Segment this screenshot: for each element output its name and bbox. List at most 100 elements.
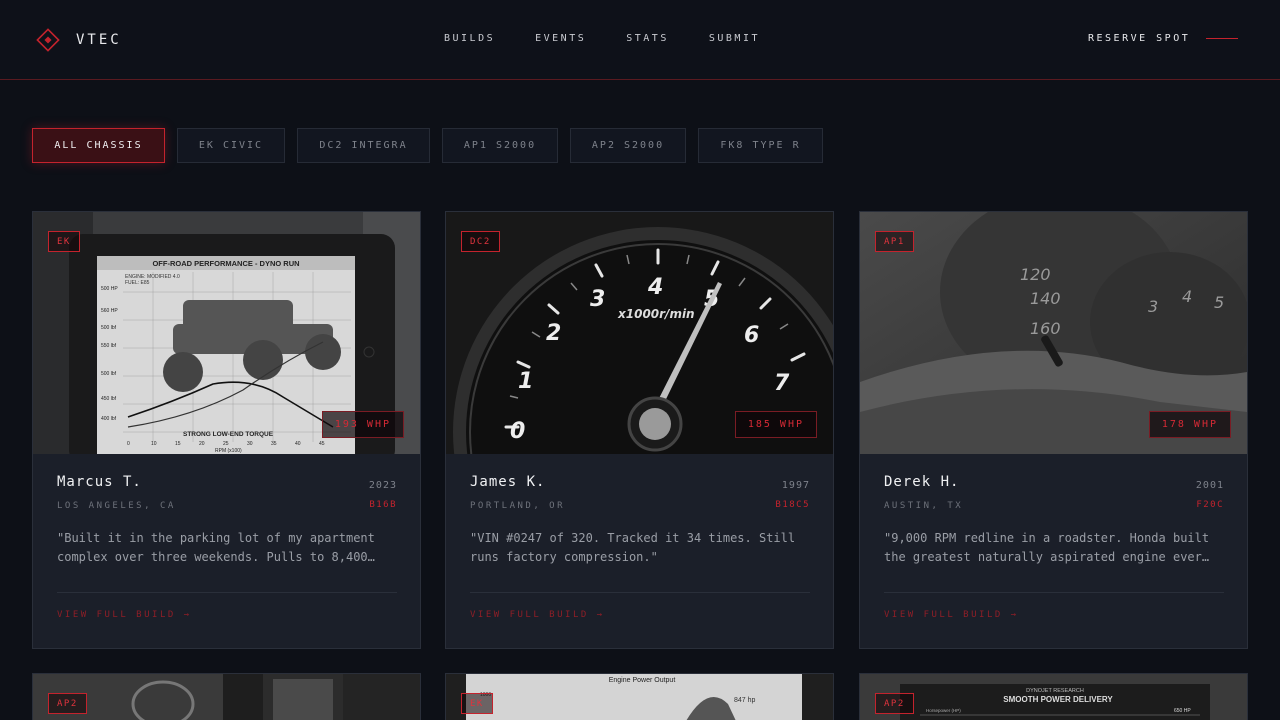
build-quote: "9,000 RPM redline in a roadster. Honda …: [884, 531, 1210, 564]
gauge-unit-text: x1000r/min: [617, 307, 695, 321]
logo[interactable]: VTEC: [36, 28, 122, 52]
view-full-build-link[interactable]: VIEW FULL BUILD →: [57, 610, 192, 620]
logo-text: VTEC: [76, 32, 122, 48]
chassis-tag: DC2: [461, 231, 500, 252]
site-header: VTEC BUILDS EVENTS STATS SUBMIT RESERVE …: [0, 0, 1280, 80]
card-divider: [884, 592, 1224, 593]
x-tick: 10: [151, 441, 157, 447]
card-divider: [470, 592, 810, 593]
build-year: 2023: [368, 480, 397, 491]
diamond-logo-icon: [36, 28, 60, 52]
build-photo: DYNOJET RESEARCH SMOOTH POWER DELIVERY H…: [860, 674, 1247, 720]
rpm-number: 5: [1214, 293, 1224, 312]
x-tick: 40: [295, 441, 301, 447]
engine-code: B16B: [369, 500, 397, 510]
x-tick: 0: [127, 441, 130, 447]
filter-all-chassis[interactable]: ALL CHASSIS: [32, 128, 165, 163]
owner-name: Marcus T.: [57, 474, 142, 490]
power-output-chart-image: Engine Power Output 1000 847 hp: [446, 674, 833, 720]
card-body: James K. 1997 B18C5 PORTLAND, OR "VIN #0…: [470, 474, 810, 567]
x-tick: 25: [223, 441, 229, 447]
gauge-number: 7: [774, 371, 790, 396]
dynojet-brand-text: DYNOJET RESEARCH: [1026, 688, 1084, 694]
build-photo: [33, 674, 420, 720]
power-chart-title: Engine Power Output: [609, 677, 676, 684]
nav-events[interactable]: EVENTS: [535, 33, 586, 44]
gauge-number: 0: [510, 419, 525, 444]
chassis-tag: AP2: [875, 693, 914, 714]
whp-badge: 178 WHP: [1148, 411, 1231, 438]
dynojet-peak-text: 650 HP: [1174, 708, 1191, 714]
rpm-number: 3: [1148, 297, 1158, 316]
build-card[interactable]: DYNOJET RESEARCH SMOOTH POWER DELIVERY H…: [859, 673, 1248, 720]
engine-code: F20C: [1196, 500, 1224, 510]
gauge-number: 2: [546, 321, 561, 346]
y-tick: 500 lbf: [101, 325, 117, 331]
y-tick: 400 lbf: [101, 416, 117, 422]
speed-number: 160: [1030, 319, 1061, 338]
build-card[interactable]: 0 1 2 3 4 5 6 7 x1000r/min DC2 185 WHP J…: [445, 211, 834, 649]
view-full-build-link[interactable]: VIEW FULL BUILD →: [470, 610, 605, 620]
chassis-tag: EK: [48, 231, 80, 252]
rpm-number: 4: [1182, 287, 1192, 306]
owner-name: Derek H.: [884, 474, 960, 490]
gauge-number: 4: [647, 275, 663, 300]
build-photo: Engine Power Output 1000 847 hp: [446, 674, 833, 720]
y-tick: 450 lbf: [101, 396, 117, 402]
nav-submit[interactable]: SUBMIT: [709, 33, 760, 44]
reserve-spot-button[interactable]: RESERVE SPOT: [1088, 33, 1239, 44]
engine-bay-image: [33, 674, 420, 720]
dynojet-chart-image: DYNOJET RESEARCH SMOOTH POWER DELIVERY H…: [860, 674, 1247, 720]
filter-fk8-type-r[interactable]: FK8 TYPE R: [698, 128, 823, 163]
x-axis-label: RPM (x100): [215, 448, 242, 454]
owner-location: PORTLAND, OR: [470, 501, 566, 511]
build-year: 2001: [1195, 480, 1224, 491]
main-nav: BUILDS EVENTS STATS SUBMIT: [444, 33, 800, 44]
chassis-tag: AP1: [875, 231, 914, 252]
filter-ap1-s2000[interactable]: AP1 S2000: [442, 128, 558, 163]
reserve-underline: [1206, 38, 1239, 39]
y-tick: 560 HP: [101, 308, 118, 314]
build-card[interactable]: AP2: [32, 673, 421, 720]
y-tick: 550 lbf: [101, 343, 117, 349]
speed-number: 120: [1020, 265, 1051, 284]
owner-name: James K.: [470, 474, 546, 490]
filter-dc2-integra[interactable]: DC2 INTEGRA: [297, 128, 430, 163]
whp-badge: 185 WHP: [734, 411, 817, 438]
dynojet-title-text: SMOOTH POWER DELIVERY: [1003, 695, 1113, 704]
build-quote: "Built it in the parking lot of my apart…: [57, 531, 375, 564]
build-year: 1997: [781, 480, 810, 491]
view-full-build-link[interactable]: VIEW FULL BUILD →: [884, 610, 1019, 620]
gauge-number: 6: [744, 323, 759, 348]
dyno-fuel-text: FUEL: E85: [125, 280, 150, 286]
x-tick: 35: [271, 441, 277, 447]
build-card[interactable]: 120 140 160 3 4 5 AP1 178 WHP Derek H. 2…: [859, 211, 1248, 649]
gauge-number: 3: [590, 287, 605, 312]
card-body: Marcus T. 2023 B16B LOS ANGELES, CA "Bui…: [57, 474, 397, 567]
y-tick: 500 lbf: [101, 371, 117, 377]
nav-builds[interactable]: BUILDS: [444, 33, 495, 44]
build-card[interactable]: OFF-ROAD PERFORMANCE - DYNO RUN ENGINE: …: [32, 211, 421, 649]
dynojet-legend-text: Horsepower (HP): [926, 708, 961, 713]
build-card[interactable]: Engine Power Output 1000 847 hp EK: [445, 673, 834, 720]
owner-location: LOS ANGELES, CA: [57, 501, 176, 511]
whp-badge: 193 WHP: [321, 411, 404, 438]
filter-ap2-s2000[interactable]: AP2 S2000: [570, 128, 686, 163]
y-tick: 500 HP: [101, 286, 118, 292]
x-tick: 45: [319, 441, 325, 447]
card-divider: [57, 592, 397, 593]
gauge-number: 1: [518, 369, 533, 394]
speed-number: 140: [1030, 289, 1061, 308]
card-body: Derek H. 2001 F20C AUSTIN, TX "9,000 RPM…: [884, 474, 1224, 567]
engine-code: B18C5: [775, 500, 810, 510]
build-quote: "VIN #0247 of 320. Tracked it 34 times. …: [470, 531, 796, 564]
dyno-title-text: OFF-ROAD PERFORMANCE - DYNO RUN: [152, 259, 299, 268]
x-tick: 30: [247, 441, 253, 447]
x-tick: 15: [175, 441, 181, 447]
reserve-spot-label: RESERVE SPOT: [1088, 33, 1191, 44]
owner-location: AUSTIN, TX: [884, 501, 964, 511]
filter-ek-civic[interactable]: EK CIVIC: [177, 128, 285, 163]
nav-stats[interactable]: STATS: [626, 33, 669, 44]
chassis-tag: EK: [461, 693, 493, 714]
x-tick: 20: [199, 441, 205, 447]
